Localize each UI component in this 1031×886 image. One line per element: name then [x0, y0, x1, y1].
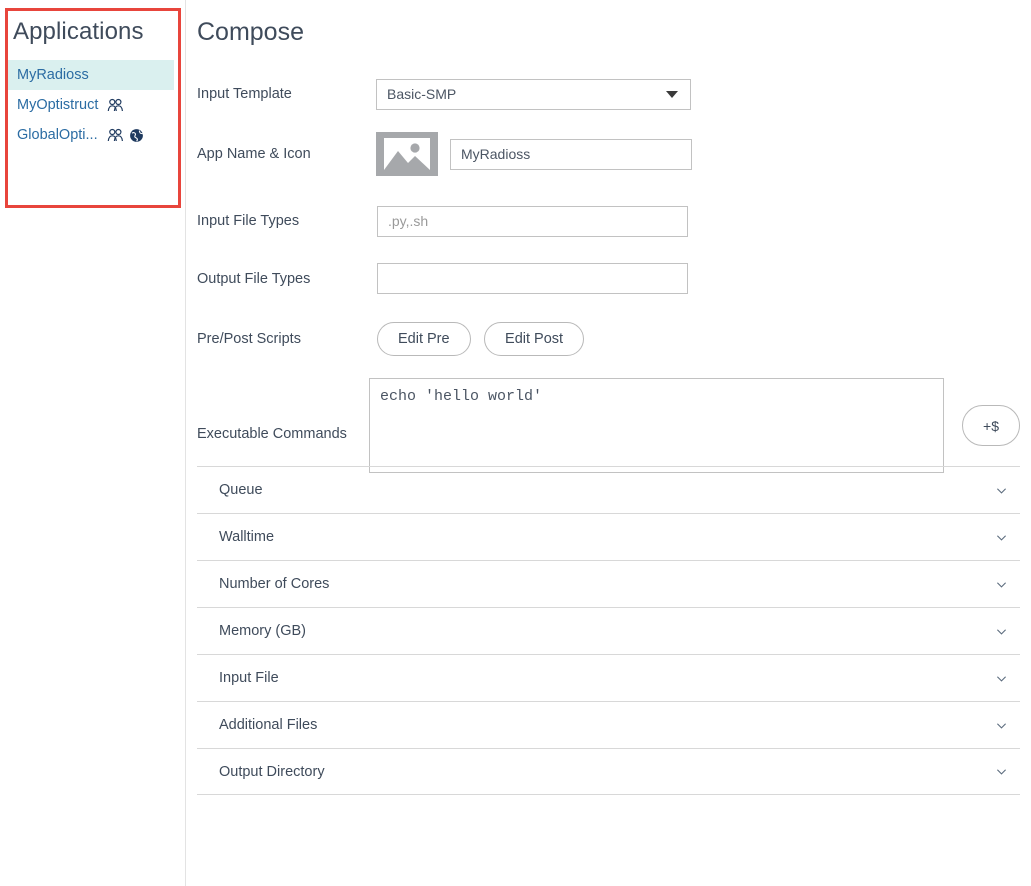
image-placeholder-icon: [376, 132, 438, 176]
accordion-item-queue[interactable]: Queue: [197, 466, 1020, 513]
sidebar-item-icons: [107, 98, 124, 112]
sidebar-item-myradioss[interactable]: MyRadioss: [8, 60, 174, 90]
input-template-row: Input Template Basic-SMP: [186, 72, 1031, 116]
input-template-value: Basic-SMP: [387, 86, 457, 102]
compose-form: Input Template Basic-SMP App Name & Icon: [186, 72, 1031, 498]
input-file-types-label: Input File Types: [197, 213, 300, 229]
executable-commands-label: Executable Commands: [197, 426, 347, 442]
app-name-input[interactable]: MyRadioss: [450, 138, 692, 170]
accordion-label: Additional Files: [219, 717, 318, 733]
sidebar-item-icons: [107, 128, 144, 143]
sidebar-item-globalopti[interactable]: GlobalOpti...: [8, 120, 174, 150]
pre-post-scripts-label: Pre/Post Scripts: [197, 330, 301, 347]
pre-post-buttons: Edit Pre Edit Post: [377, 321, 585, 356]
chevron-down-icon: [997, 628, 1006, 635]
output-file-types-input[interactable]: [377, 263, 688, 294]
accordion-item-additional-files[interactable]: Additional Files: [197, 701, 1020, 748]
add-variable-button[interactable]: +$: [962, 405, 1020, 446]
input-file-types-input[interactable]: .py,.sh: [377, 205, 688, 237]
app-root: Applications MyRadioss MyOptistruct Glob…: [0, 0, 1031, 886]
edit-post-button[interactable]: Edit Post: [484, 321, 585, 356]
accordion-label: Walltime: [219, 529, 275, 545]
applications-sidebar: Applications MyRadioss MyOptistruct Glob…: [0, 0, 186, 886]
chevron-down-icon: [997, 722, 1006, 729]
output-file-types-row: Output File Types: [186, 250, 1031, 307]
app-name-icon-label: App Name & Icon: [197, 146, 311, 162]
people-icon: [107, 98, 124, 112]
input-file-types-placeholder: .py,.sh: [388, 213, 429, 229]
chevron-down-icon: [666, 90, 678, 98]
sidebar-item-label: MyRadioss: [17, 66, 89, 83]
input-template-select[interactable]: Basic-SMP: [376, 78, 691, 110]
sidebar-item-label: MyOptistruct: [17, 96, 99, 113]
executable-commands-textarea[interactable]: echo 'hello world': [369, 378, 944, 473]
input-file-types-row: Input File Types .py,.sh: [186, 192, 1031, 250]
accordion-item-memory[interactable]: Memory (GB): [197, 607, 1020, 654]
sidebar-item-myoptistruct[interactable]: MyOptistruct: [8, 90, 174, 120]
accordion-item-walltime[interactable]: Walltime: [197, 513, 1020, 560]
accordion-label: Number of Cores: [219, 576, 330, 592]
accordion-label: Memory (GB): [219, 623, 306, 639]
accordion-item-number-of-cores[interactable]: Number of Cores: [197, 560, 1020, 607]
sidebar-item-label: GlobalOpti...: [17, 126, 98, 143]
app-name-value: MyRadioss: [461, 146, 531, 162]
settings-accordion: Queue Walltime Number of Cores Memory (G…: [197, 466, 1020, 795]
app-icon-thumbnail[interactable]: [376, 132, 438, 176]
accordion-label: Queue: [219, 482, 263, 498]
edit-pre-button[interactable]: Edit Pre: [377, 321, 471, 356]
application-list: MyRadioss MyOptistruct GlobalOpti...: [8, 60, 174, 150]
page-title: Compose: [197, 18, 304, 46]
sidebar-title: Applications: [13, 18, 144, 45]
accordion-label: Output Directory: [219, 763, 325, 780]
input-template-label: Input Template: [197, 86, 292, 102]
chevron-down-icon: [997, 675, 1006, 682]
accordion-item-output-directory[interactable]: Output Directory: [197, 748, 1020, 795]
app-name-icon-row: App Name & Icon MyRadioss: [186, 116, 1031, 192]
output-file-types-label: Output File Types: [197, 270, 311, 287]
chevron-down-icon: [997, 534, 1006, 541]
chevron-down-icon: [997, 581, 1006, 588]
compose-panel: Compose Input Template Basic-SMP App Nam…: [186, 0, 1031, 886]
globe-icon: [129, 128, 144, 143]
chevron-down-icon: [997, 769, 1006, 775]
chevron-down-icon: [997, 487, 1006, 494]
people-icon: [107, 128, 124, 142]
accordion-label: Input File: [219, 670, 279, 686]
pre-post-scripts-row: Pre/Post Scripts Edit Pre Edit Post: [186, 307, 1031, 370]
accordion-item-input-file[interactable]: Input File: [197, 654, 1020, 701]
